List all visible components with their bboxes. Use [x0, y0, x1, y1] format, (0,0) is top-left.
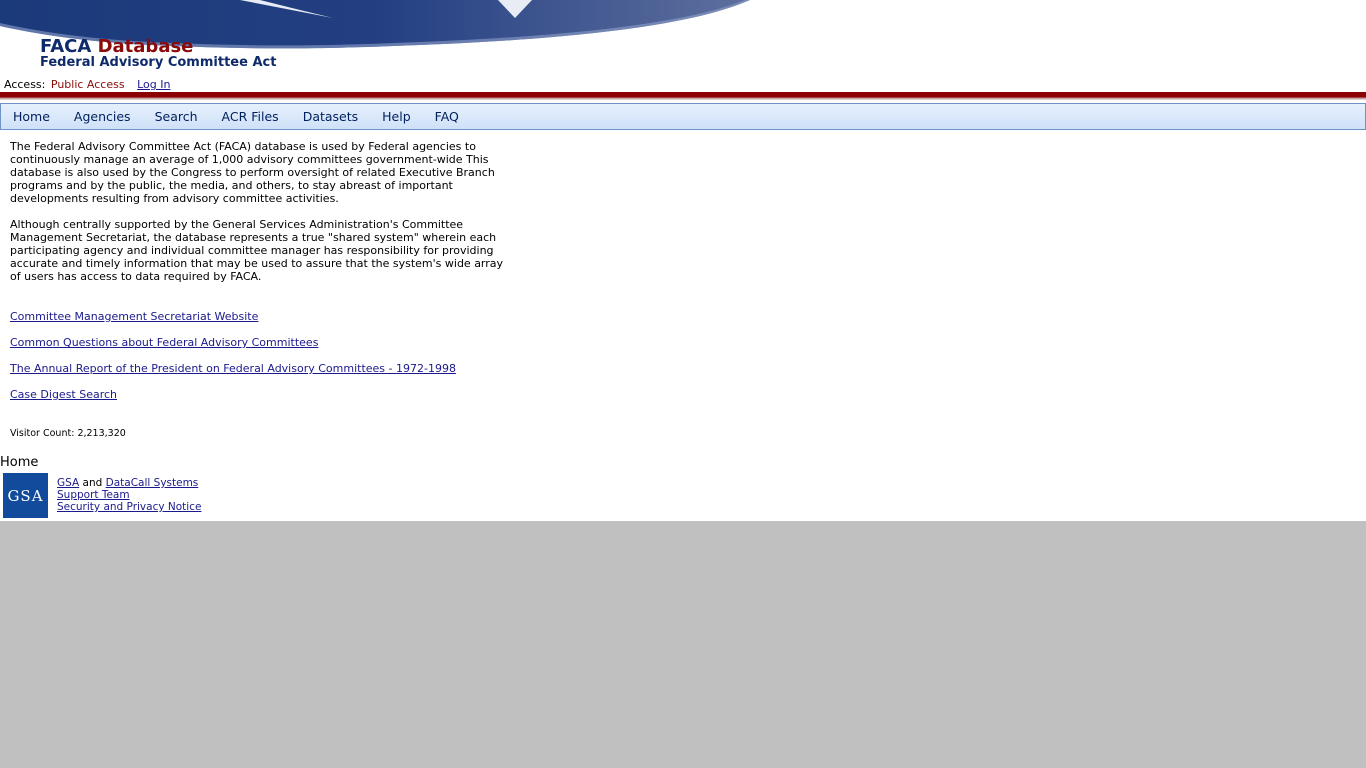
gsa-logo-text: GSA [7, 486, 44, 505]
login-link[interactable]: Log In [137, 78, 170, 91]
main-nav: Home Agencies Search ACR Files Datasets … [0, 103, 1366, 130]
footer-link-datacall[interactable]: DataCall Systems [106, 477, 199, 489]
site-title-database: Database [97, 36, 194, 57]
footer-home-label: Home [0, 455, 39, 470]
page: FACA Database Federal Advisory Committee… [0, 0, 1366, 521]
header-banner [0, 0, 1366, 60]
resource-links: Committee Management Secretariat Website… [10, 310, 456, 414]
link-annual-report[interactable]: The Annual Report of the President on Fe… [10, 362, 456, 375]
nav-item-datasets[interactable]: Datasets [291, 109, 370, 124]
link-case-digest-search[interactable]: Case Digest Search [10, 388, 456, 401]
flag-banner-graphic [0, 0, 750, 49]
footer-link-privacy-notice[interactable]: Security and Privacy Notice [57, 501, 201, 513]
link-secretariat-website[interactable]: Committee Management Secretariat Website [10, 310, 456, 323]
nav-item-agencies[interactable]: Agencies [62, 109, 143, 124]
site-subtitle: Federal Advisory Committee Act [40, 55, 277, 70]
intro-paragraph: The Federal Advisory Committee Act (FACA… [10, 140, 495, 205]
footer-links: GSA and DataCall Systems Support Team Se… [57, 477, 201, 513]
access-label: Access: [4, 78, 46, 91]
nav-item-home[interactable]: Home [1, 109, 62, 124]
visitor-count-value: 2,213,320 [77, 428, 126, 439]
access-line: Access: Public Access Log In [4, 78, 170, 91]
nav-item-acr-files[interactable]: ACR Files [210, 109, 291, 124]
header-divider [0, 92, 1366, 100]
site-title-faca: FACA [40, 36, 92, 57]
gsa-logo[interactable]: GSA [3, 473, 48, 518]
support-paragraph: Although centrally supported by the Gene… [10, 218, 504, 283]
nav-item-search[interactable]: Search [143, 109, 210, 124]
site-title: FACA Database [40, 36, 193, 57]
link-common-questions[interactable]: Common Questions about Federal Advisory … [10, 336, 456, 349]
access-value: Public Access [50, 78, 125, 91]
footer-link-support-team[interactable]: Support Team [57, 489, 130, 501]
visitor-count: Visitor Count: 2,213,320 [10, 428, 126, 439]
nav-item-help[interactable]: Help [370, 109, 423, 124]
visitor-count-label: Visitor Count: [10, 428, 75, 439]
main-content: The Federal Advisory Committee Act (FACA… [10, 140, 510, 296]
footer-link-gsa[interactable]: GSA [57, 477, 79, 489]
nav-item-faq[interactable]: FAQ [423, 109, 471, 124]
footer-and-text: and [82, 477, 103, 489]
